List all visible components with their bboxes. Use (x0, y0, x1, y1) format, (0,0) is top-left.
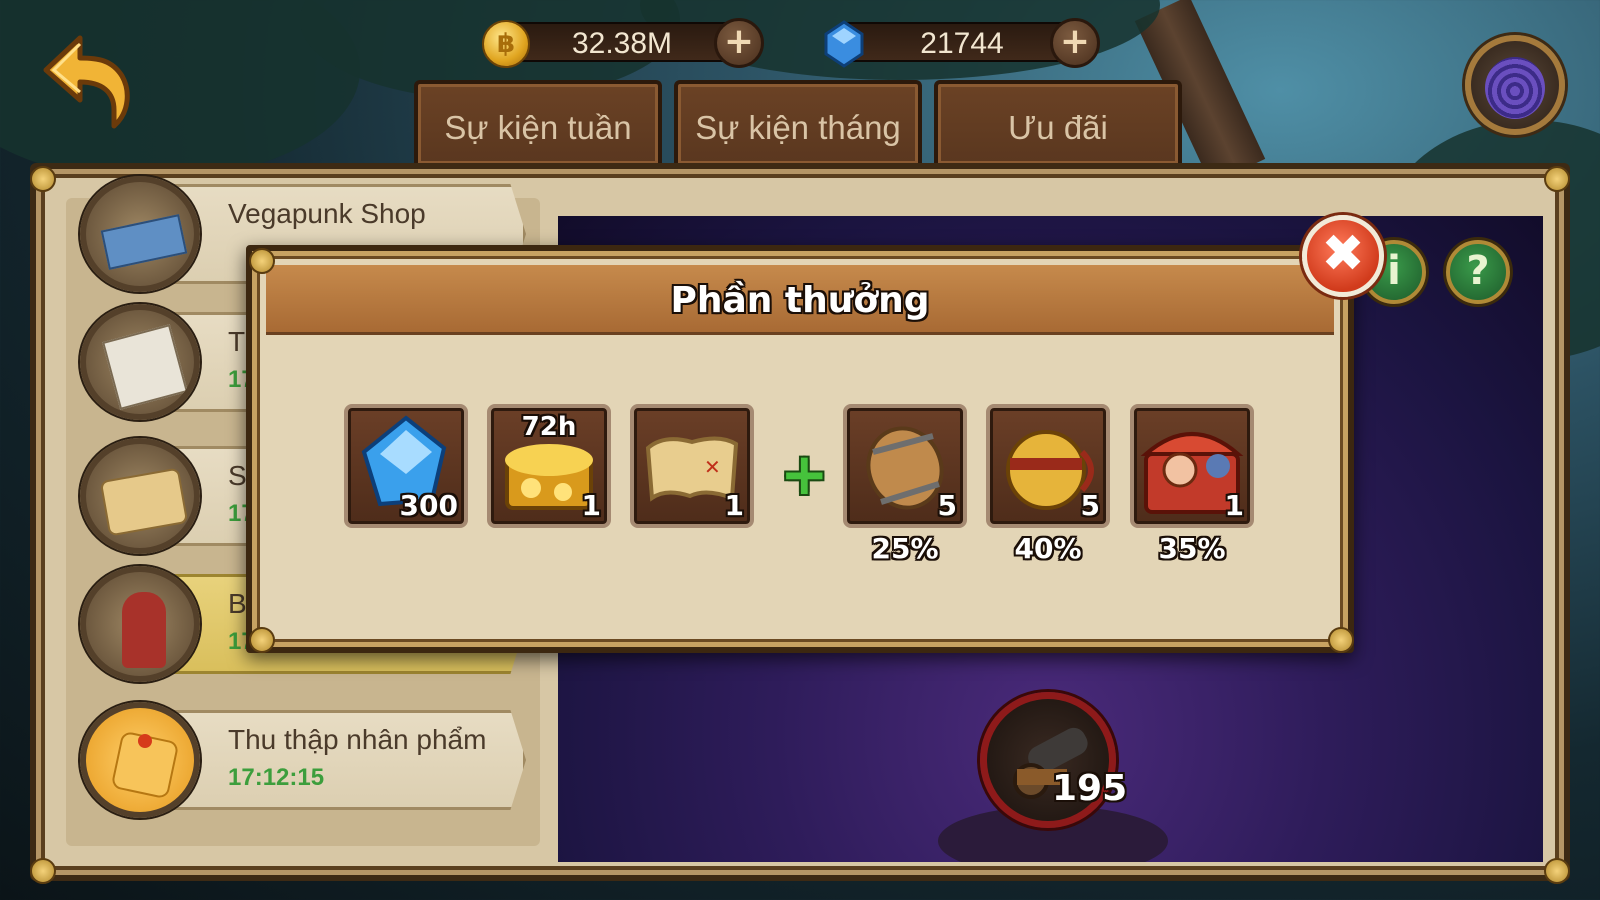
list-item-timer: 17:12:15 (228, 764, 325, 791)
tab-label: Ưu đãi (1008, 109, 1108, 146)
reward-quantity: 300 (399, 489, 458, 522)
list-item-title: B (228, 588, 247, 619)
cannon-ammo-count: 195 (1052, 768, 1128, 809)
svg-text:✕: ✕ (704, 455, 721, 479)
reward-gold-chest[interactable]: 72h 1 (487, 404, 611, 528)
treasure-map-icon (80, 438, 200, 554)
devil-fruit-icon (1485, 57, 1545, 119)
reward-treasure-map[interactable]: ✕ 1 (630, 404, 754, 528)
help-button[interactable]: ? (1446, 240, 1510, 304)
gem-value: 21744 (920, 27, 1004, 60)
reward-pirate-chest[interactable]: 1 (1130, 404, 1254, 528)
buy-gems-button[interactable]: + (1050, 18, 1100, 68)
gold-coin-icon: ฿ (482, 20, 530, 68)
reward-quantity: 5 (1080, 489, 1100, 522)
list-item-title: Vegapunk Shop (228, 198, 426, 229)
reward-quantity: 5 (937, 489, 957, 522)
drop-chance: 25% (871, 532, 939, 565)
tab-offers[interactable]: Ưu đãi (934, 80, 1182, 164)
tab-monthly-event[interactable]: Sự kiện tháng (674, 80, 922, 164)
dialog-rivet (1328, 627, 1354, 653)
list-item-title: S (228, 460, 247, 491)
list-item-collect-luck[interactable]: Thu thập nhân phẩm 17:12:15 (80, 702, 526, 818)
tab-label: Sự kiện tháng (695, 109, 901, 146)
gem-icon (824, 20, 864, 68)
frame-rivet (1544, 166, 1570, 192)
gold-value: 32.38M (571, 27, 673, 60)
close-button[interactable]: ✖ (1302, 215, 1384, 297)
back-arrow-icon[interactable] (40, 30, 132, 130)
buy-gold-button[interactable]: + (714, 18, 764, 68)
wanted-poster-icon (80, 304, 200, 420)
dialog-rivet (249, 248, 275, 274)
dialog-rivet (249, 627, 275, 653)
dice-icon (80, 702, 200, 818)
reward-quantity: 1 (581, 489, 601, 522)
reward-barrel[interactable]: 5 (843, 404, 967, 528)
frame-rivet (30, 858, 56, 884)
reward-dialog-title: Phần thưởng (670, 280, 930, 321)
devil-fruit-button[interactable] (1465, 35, 1565, 135)
reward-duration-tag: 72h (521, 412, 577, 442)
list-item-title: Thu thập nhân phẩm (228, 724, 487, 755)
reward-gem[interactable]: 300 (344, 404, 468, 528)
frame-rivet (1544, 858, 1570, 884)
reward-quantity: 1 (724, 489, 744, 522)
reward-dialog-header: Phần thưởng (266, 265, 1334, 335)
reward-quantity: 1 (1224, 489, 1244, 522)
blueprint-icon (80, 176, 200, 292)
reward-golden-barrel[interactable]: 5 (986, 404, 1110, 528)
boss-portrait-icon (80, 566, 200, 682)
tab-label: Sự kiện tuần (444, 109, 632, 146)
plus-icon: + (780, 440, 829, 508)
frame-rivet (30, 166, 56, 192)
drop-chance: 35% (1158, 532, 1226, 565)
tab-weekly-event[interactable]: Sự kiện tuần (414, 80, 662, 164)
drop-chance: 40% (1014, 532, 1082, 565)
